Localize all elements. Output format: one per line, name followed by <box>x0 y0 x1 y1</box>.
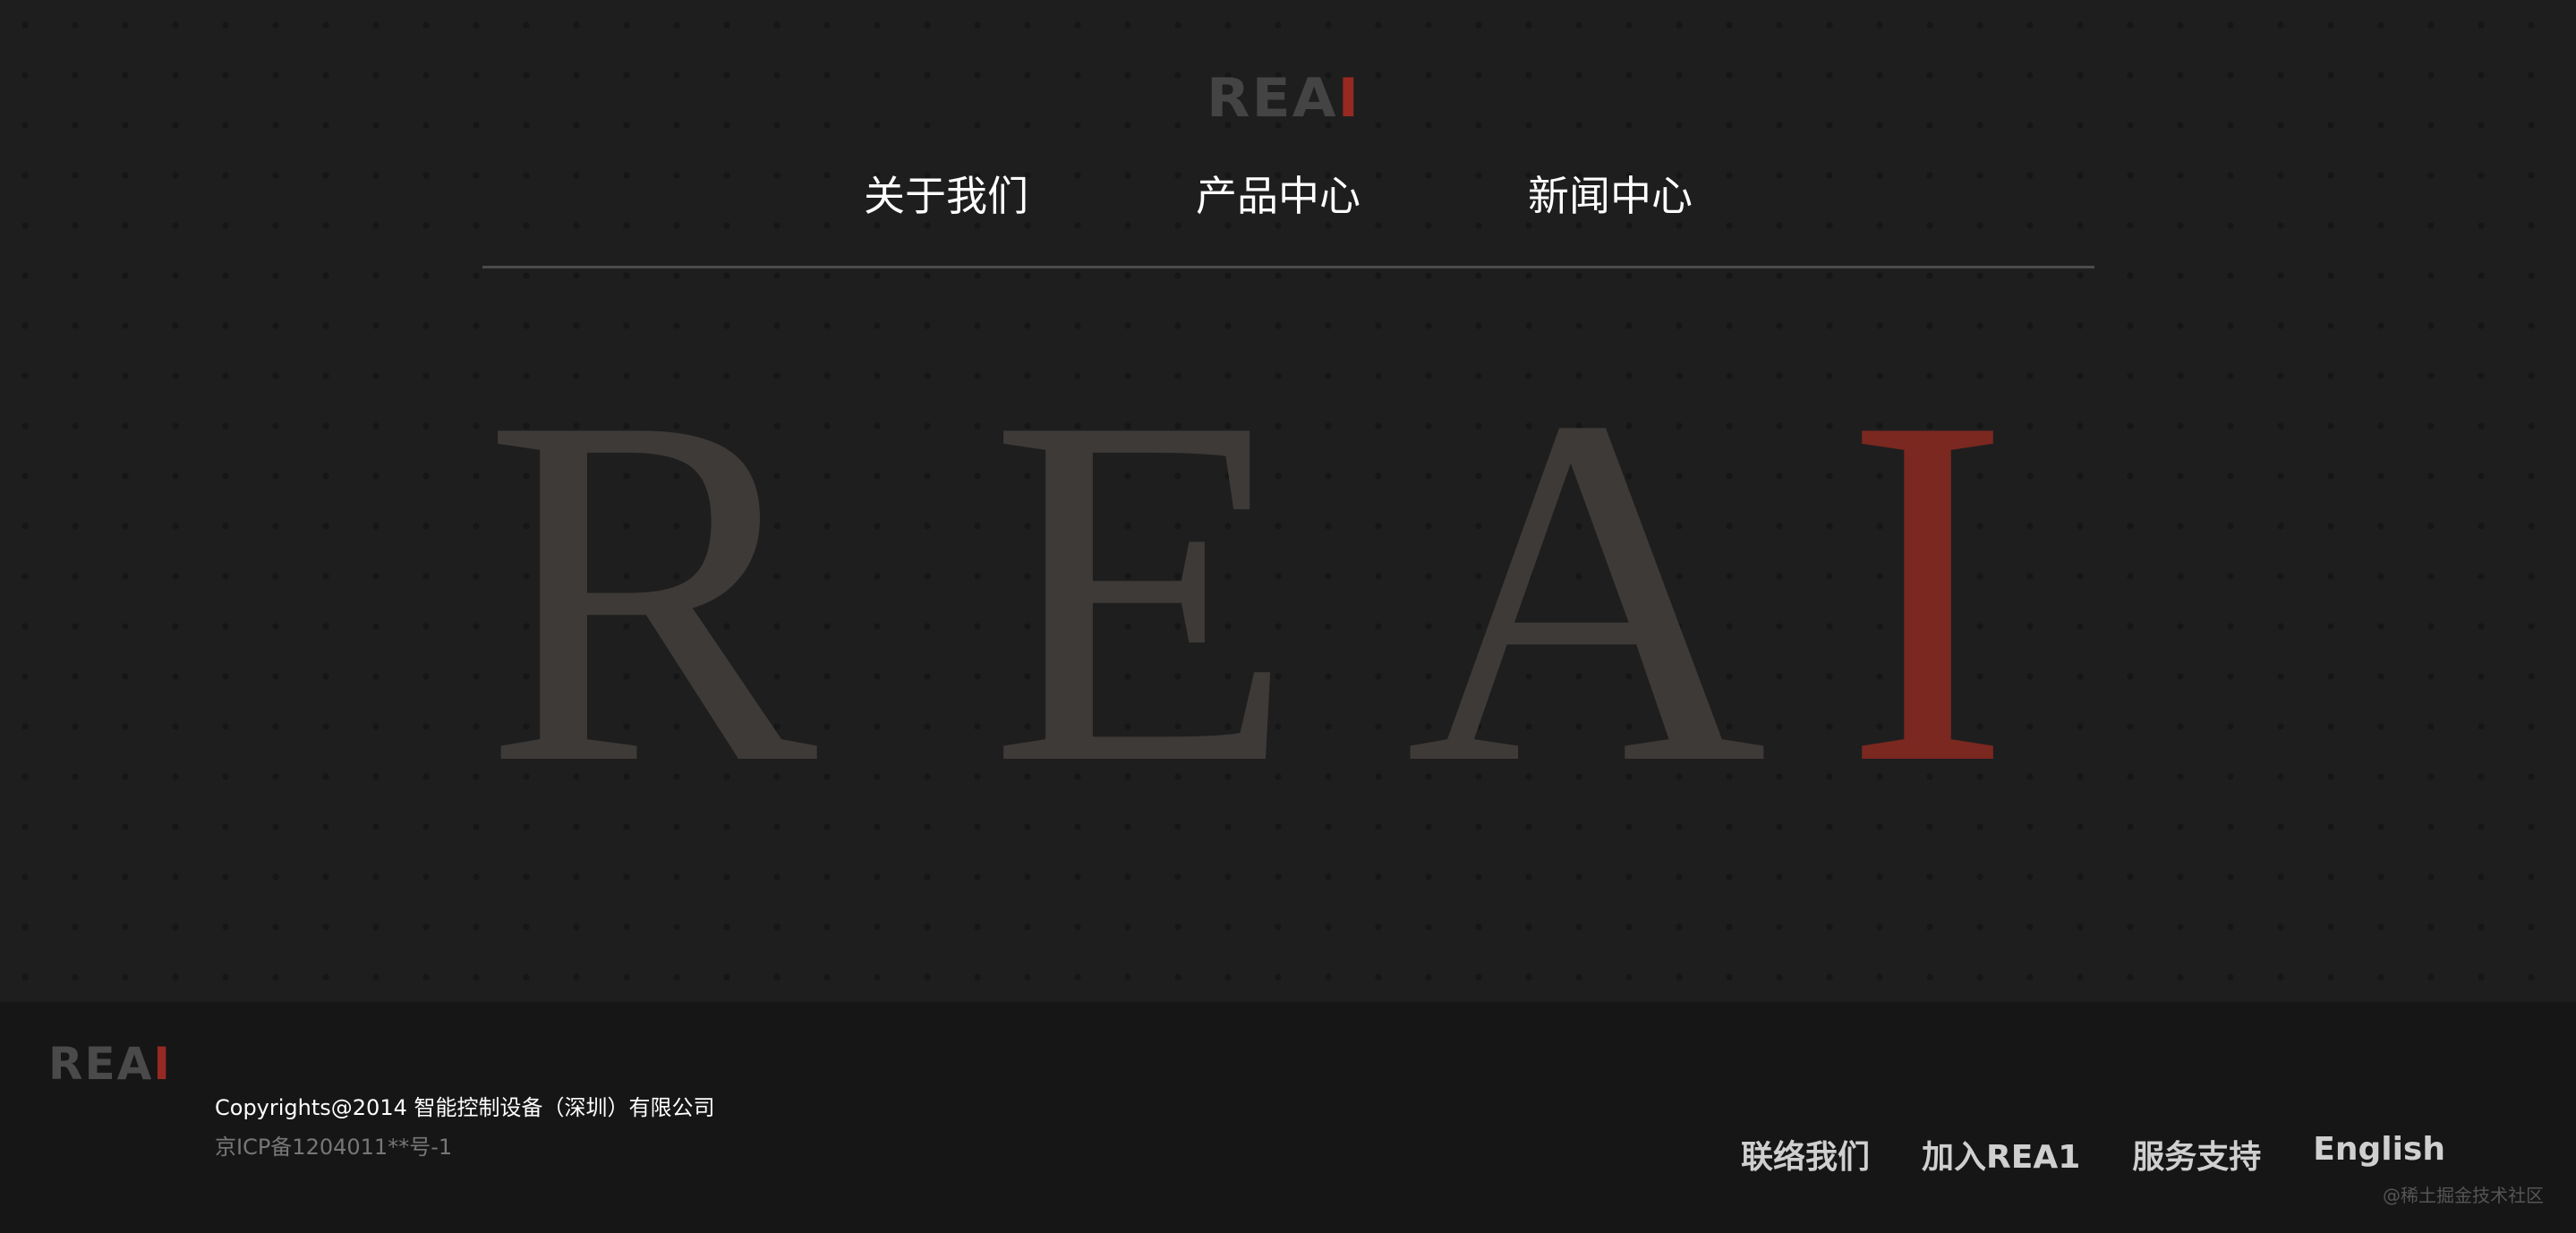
footer-logo-accent: I <box>153 1038 172 1090</box>
hero-section: REAI 关于我们 产品中心 新闻中心 R E A I <box>0 0 2576 1002</box>
hero-letter-a: A <box>1405 313 1768 868</box>
footer-links: 联络我们 加入REA1 服务支持 English <box>1741 1131 2445 1178</box>
nav-item-products[interactable]: 产品中心 <box>1196 175 1361 217</box>
copyright-text: Copyrights@2014 智能控制设备（深圳）有限公司 <box>215 1095 715 1120</box>
icp-license: 京ICP备1204011**号-1 <box>215 1135 453 1160</box>
hero-letter-i: I <box>1844 313 2011 868</box>
nav-item-about[interactable]: 关于我们 <box>864 175 1028 217</box>
footer-link-contact[interactable]: 联络我们 <box>1741 1131 1870 1178</box>
nav-item-news[interactable]: 新闻中心 <box>1528 175 1693 217</box>
hero-letter-r: R <box>483 313 818 868</box>
hero-wordmark: R E A I <box>483 313 2086 868</box>
footer-link-join[interactable]: 加入REA1 <box>1922 1131 2080 1178</box>
watermark-text: @稀土掘金技术社区 <box>2383 1185 2544 1206</box>
brand-logo[interactable]: REAI <box>1207 72 1361 125</box>
hero-letter-e: E <box>989 313 1296 868</box>
footer-link-english[interactable]: English <box>2313 1131 2445 1178</box>
nav-divider <box>482 266 2094 268</box>
main-nav: 关于我们 产品中心 新闻中心 <box>864 175 1693 217</box>
footer: REAI Copyrights@2014 智能控制设备（深圳）有限公司 京ICP… <box>0 1002 2576 1233</box>
footer-link-support[interactable]: 服务支持 <box>2132 1131 2261 1178</box>
logo-text: REA <box>1207 67 1338 130</box>
logo-accent: I <box>1337 67 1361 130</box>
footer-logo-text: REA <box>48 1038 154 1090</box>
footer-logo[interactable]: REAI <box>48 1042 172 1086</box>
